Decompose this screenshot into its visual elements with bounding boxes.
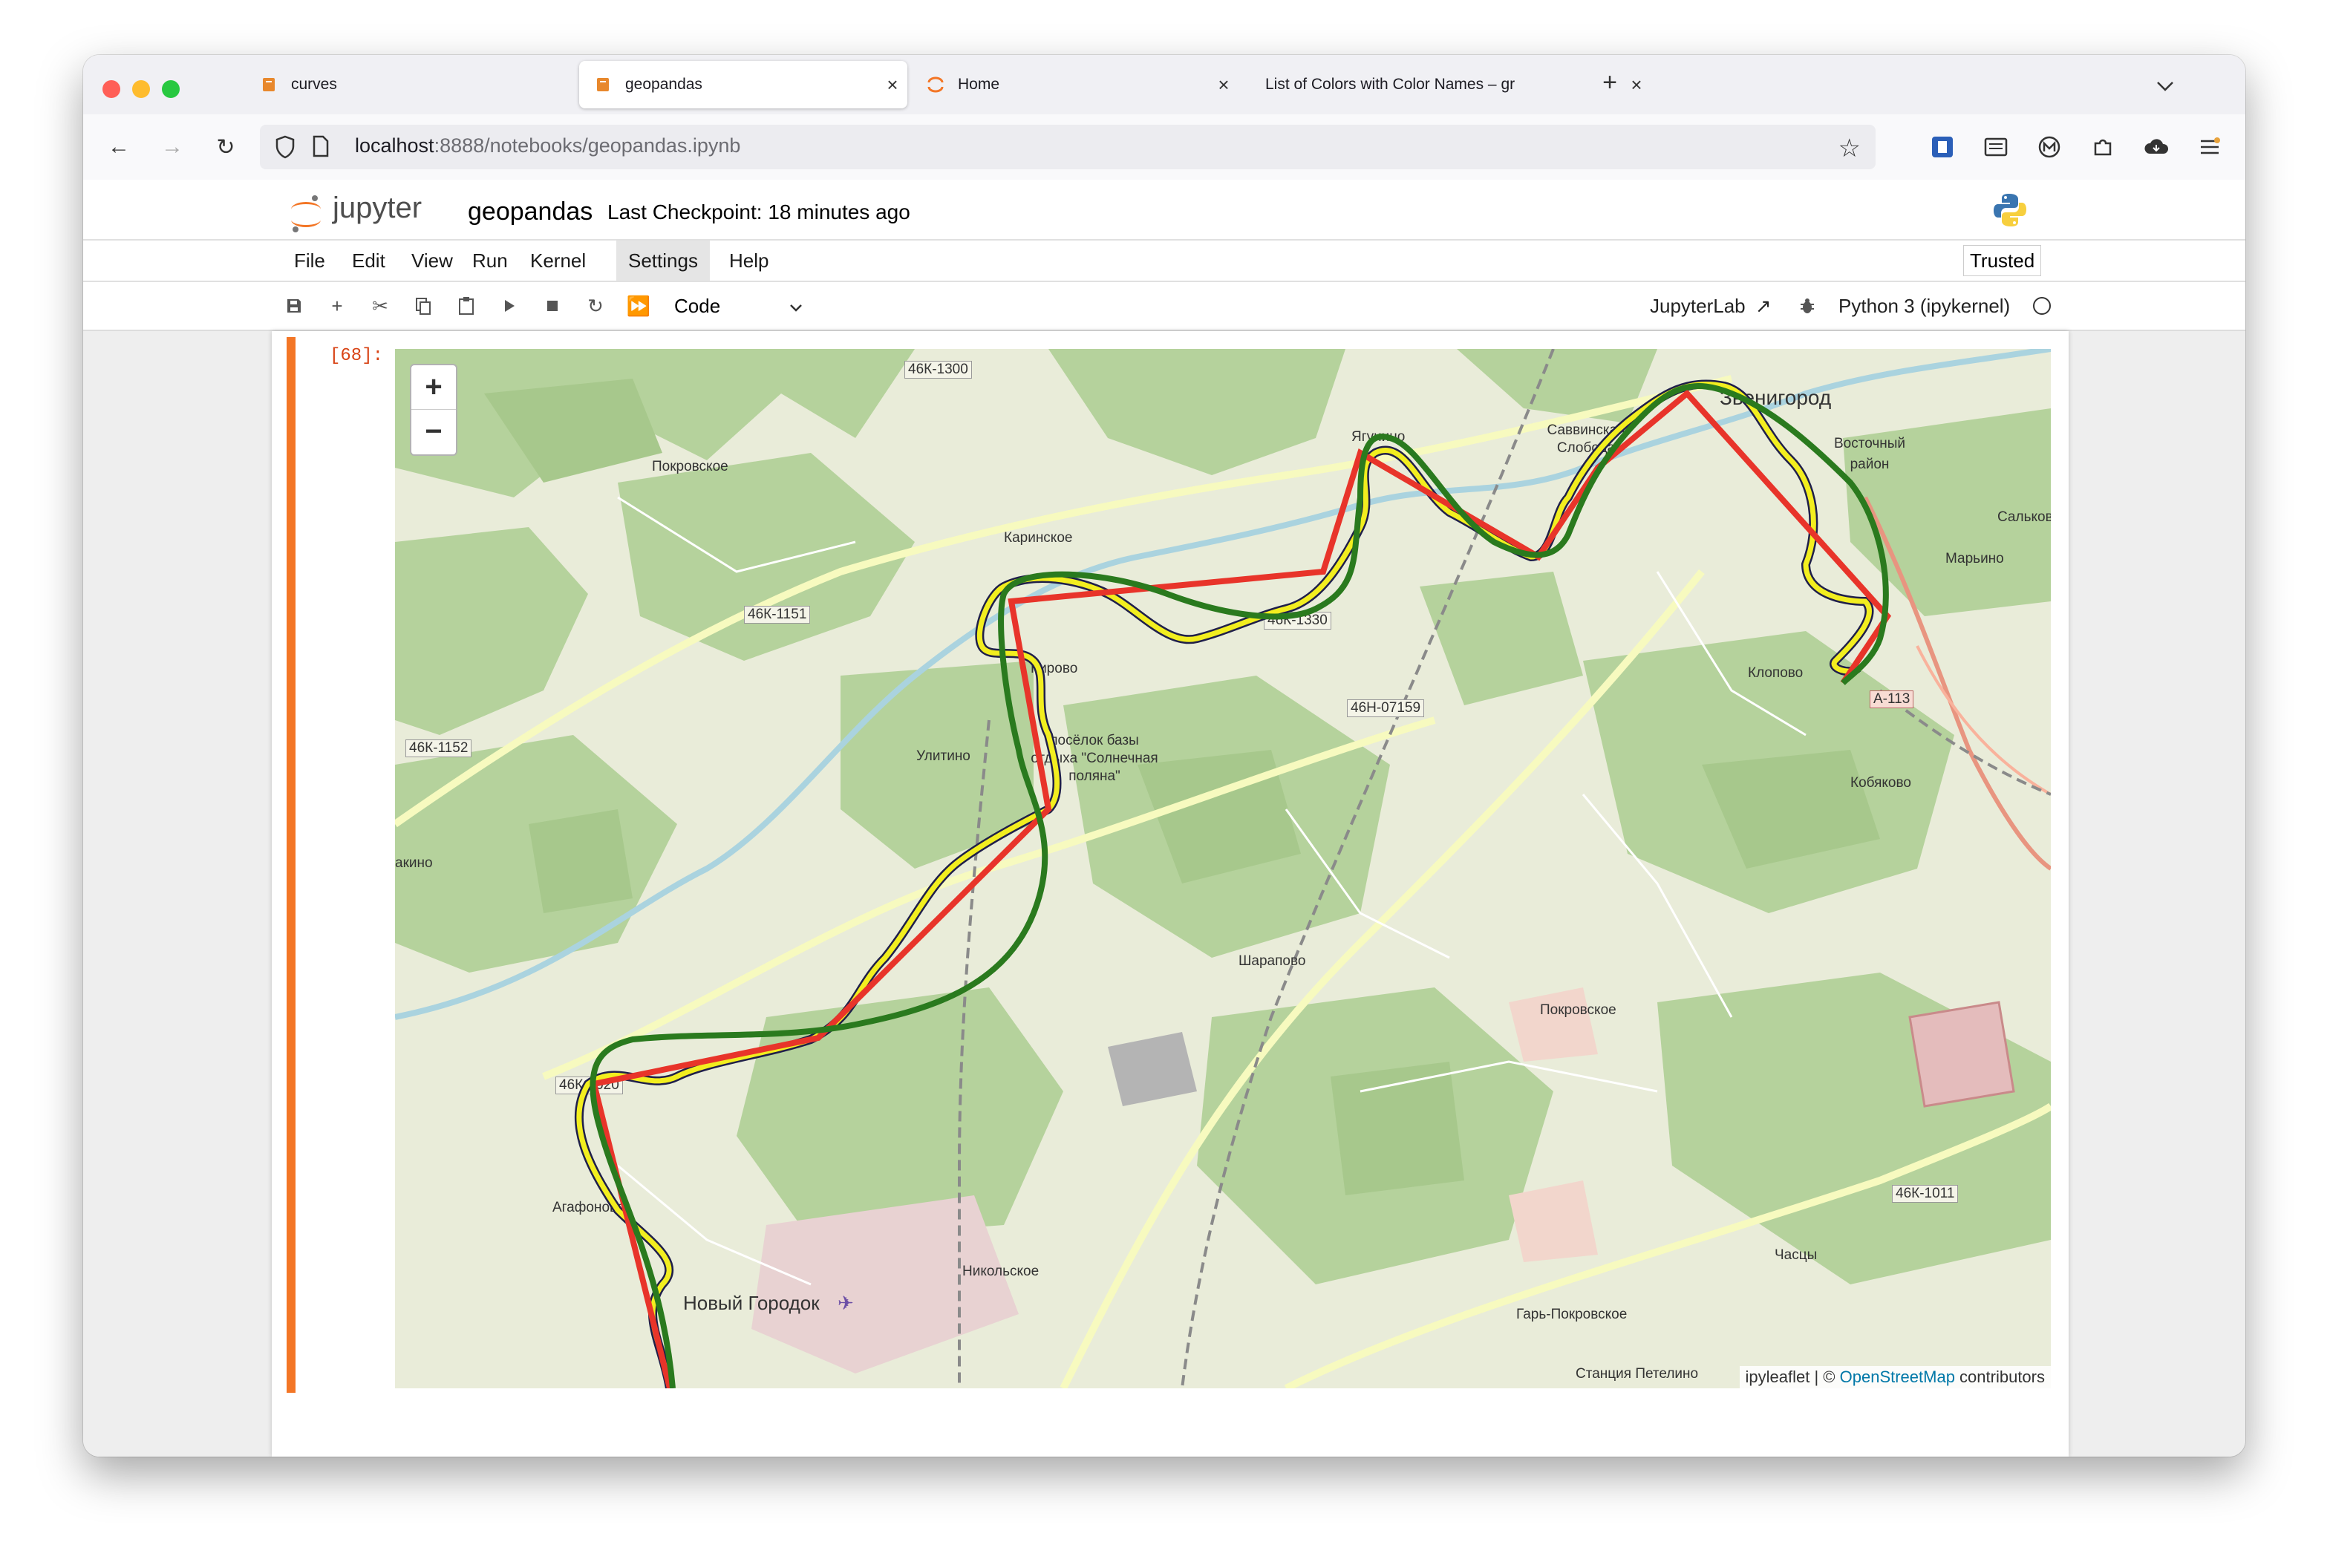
app-menu-icon[interactable] bbox=[2195, 132, 2225, 162]
tab-home[interactable]: Home × bbox=[912, 61, 1239, 108]
paste-icon[interactable] bbox=[451, 291, 481, 321]
add-cell-icon[interactable]: + bbox=[322, 291, 352, 321]
browser-window: curves × geopandas × Home × List of Colo… bbox=[83, 55, 2245, 1457]
tab-geopandas[interactable]: geopandas × bbox=[579, 61, 907, 108]
minimize-window-button[interactable] bbox=[132, 80, 150, 98]
copy-icon[interactable] bbox=[408, 291, 438, 321]
openstreetmap-link[interactable]: OpenStreetMap bbox=[1840, 1368, 1955, 1386]
new-tab-button[interactable]: + bbox=[1590, 68, 1629, 101]
close-window-button[interactable] bbox=[102, 80, 120, 98]
chevron-down-icon bbox=[789, 290, 803, 322]
route-overlay bbox=[574, 379, 1892, 1388]
attribution-lib[interactable]: ipyleaflet bbox=[1746, 1368, 1810, 1386]
address-bar[interactable]: localhost:8888/notebooks/geopandas.ipynb… bbox=[260, 125, 1876, 169]
menu-file[interactable]: File bbox=[282, 241, 337, 281]
stop-kernel-icon[interactable] bbox=[538, 291, 567, 321]
menu-kernel[interactable]: Kernel bbox=[518, 241, 598, 281]
menu-settings[interactable]: Settings bbox=[616, 241, 710, 281]
jupyterlab-link[interactable]: JupyterLab ↗ bbox=[1650, 290, 1772, 322]
menu-bar: File Edit View Run Kernel Settings Help … bbox=[83, 241, 2245, 282]
notebook-toolbar: + ✂ ↻ ⏩ Code JupyterLab ↗ Python 3 (ipyk… bbox=[83, 282, 2245, 331]
bookmark-star-icon[interactable]: ☆ bbox=[1838, 134, 1861, 163]
cut-icon[interactable]: ✂ bbox=[365, 291, 395, 321]
forward-icon[interactable]: → bbox=[156, 131, 189, 163]
notebook-title[interactable]: geopandas bbox=[468, 197, 593, 226]
save-icon[interactable] bbox=[279, 291, 309, 321]
zoom-in-button[interactable]: + bbox=[411, 365, 456, 410]
url-host: localhost bbox=[355, 134, 434, 157]
url-text[interactable]: localhost:8888/notebooks/geopandas.ipynb bbox=[355, 134, 740, 157]
zoom-out-button[interactable]: − bbox=[411, 410, 456, 454]
attribution-sep: | © bbox=[1809, 1368, 1840, 1386]
map-attribution: ipyleaflet | © OpenStreetMap contributor… bbox=[1739, 1366, 2051, 1388]
cloud-download-icon[interactable] bbox=[2141, 132, 2171, 162]
restart-run-all-icon[interactable]: ⏩ bbox=[624, 291, 653, 321]
shield-icon[interactable] bbox=[275, 135, 297, 159]
restart-kernel-icon[interactable]: ↻ bbox=[581, 291, 610, 321]
zoom-control: + − bbox=[410, 364, 457, 456]
trusted-badge[interactable]: Trusted bbox=[1963, 245, 2042, 276]
attribution-tail: contributors bbox=[1954, 1368, 2045, 1386]
menu-run[interactable]: Run bbox=[460, 241, 520, 281]
kernel-name[interactable]: Python 3 (ipykernel) bbox=[1838, 290, 2010, 322]
menu-edit[interactable]: Edit bbox=[340, 241, 397, 281]
python-logo-icon bbox=[1991, 192, 2029, 229]
menu-help[interactable]: Help bbox=[717, 241, 780, 281]
notebook-icon bbox=[594, 76, 612, 94]
last-checkpoint: Last Checkpoint: 18 minutes ago bbox=[607, 200, 910, 223]
back-icon[interactable]: ← bbox=[102, 131, 135, 163]
close-tab-icon[interactable]: × bbox=[1209, 74, 1239, 97]
extension-blue-icon[interactable] bbox=[1928, 132, 1957, 162]
extension-m-icon[interactable] bbox=[2034, 132, 2064, 162]
tab-bar: curves × geopandas × Home × List of Colo… bbox=[83, 55, 2245, 114]
page-icon[interactable] bbox=[312, 135, 333, 159]
output-prompt: [68]: bbox=[330, 346, 384, 366]
close-tab-icon[interactable]: × bbox=[878, 74, 907, 97]
menu-view[interactable]: View bbox=[399, 241, 465, 281]
jupyter-header: jupyter geopandas Last Checkpoint: 18 mi… bbox=[83, 180, 2245, 241]
red-route bbox=[590, 389, 1892, 1388]
jupyter-logo-icon[interactable] bbox=[290, 195, 322, 233]
run-cell-icon[interactable] bbox=[495, 291, 524, 321]
notebook-icon bbox=[260, 76, 278, 94]
extensions-puzzle-icon[interactable] bbox=[2088, 132, 2118, 162]
active-cell-indicator bbox=[287, 337, 296, 1393]
jupyterlab-link-label: JupyterLab bbox=[1650, 295, 1746, 317]
jupyter-icon bbox=[927, 76, 944, 94]
yellow-route bbox=[574, 379, 1874, 1388]
kernel-status-icon bbox=[2033, 297, 2051, 315]
cell-type-value: Code bbox=[674, 295, 721, 317]
notebook-area: [68]: 46К-1300 Покровское Каринское 46К-… bbox=[83, 331, 2245, 1457]
maximize-window-button[interactable] bbox=[162, 80, 180, 98]
green-route bbox=[590, 383, 1889, 1388]
external-link-icon: ↗ bbox=[1755, 295, 1772, 317]
url-path: :8888/notebooks/geopandas.ipynb bbox=[434, 134, 741, 157]
jupyter-logo-text: jupyter bbox=[333, 192, 422, 224]
reader-icon[interactable] bbox=[1981, 132, 2011, 162]
leaflet-map[interactable]: 46К-1300 Покровское Каринское 46К-1151 Я… bbox=[395, 349, 2051, 1388]
cell-type-select[interactable]: Code bbox=[674, 290, 803, 322]
debugger-bug-icon[interactable] bbox=[1792, 291, 1822, 321]
list-all-tabs-icon[interactable] bbox=[2150, 71, 2180, 101]
notebook-page: [68]: 46К-1300 Покровское Каринское 46К-… bbox=[272, 331, 2069, 1457]
reload-icon[interactable]: ↻ bbox=[209, 131, 242, 163]
navigation-bar: ← → ↻ localhost:8888/notebooks/geopandas… bbox=[83, 114, 2245, 180]
